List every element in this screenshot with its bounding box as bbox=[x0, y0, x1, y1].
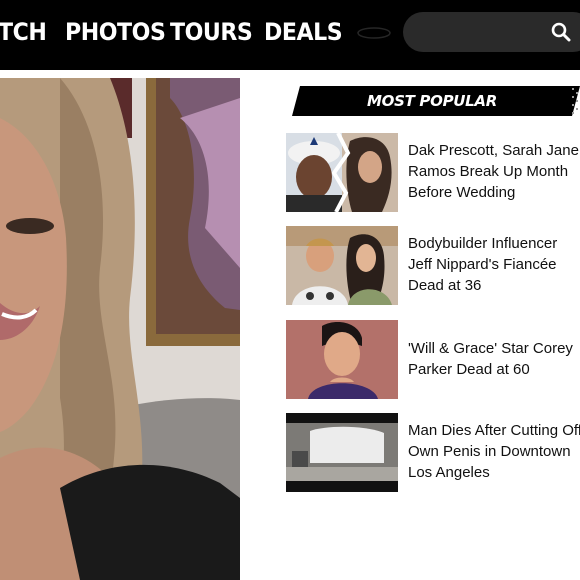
nav-watch[interactable]: TCH bbox=[0, 14, 47, 50]
story-title[interactable]: 'Will & Grace' Star Corey Parker Dead at… bbox=[408, 338, 580, 380]
most-popular-header: MOST POPULAR bbox=[292, 86, 580, 116]
most-popular-title: MOST POPULAR bbox=[367, 92, 497, 110]
faint-logo-icon bbox=[357, 27, 391, 39]
nav-tours[interactable]: TOURS bbox=[170, 14, 253, 50]
story-thumbnail[interactable] bbox=[286, 320, 398, 399]
story-thumbnail[interactable] bbox=[286, 413, 398, 492]
story-thumbnail[interactable] bbox=[286, 226, 398, 305]
thumbnail-image-1 bbox=[286, 133, 398, 212]
story-title[interactable]: Man Dies After Cutting Off Own Penis in … bbox=[408, 420, 580, 483]
nav-photos[interactable]: PHOTOS bbox=[65, 14, 166, 50]
story-title[interactable]: Bodybuilder Influencer Jeff Nippard's Fi… bbox=[408, 233, 580, 296]
search-icon[interactable] bbox=[551, 22, 571, 42]
search-input[interactable] bbox=[417, 12, 541, 54]
nav-deals[interactable]: DEALS bbox=[264, 14, 343, 50]
thumbnail-image-4 bbox=[286, 413, 398, 492]
story-thumbnail[interactable] bbox=[286, 133, 398, 212]
search-box[interactable] bbox=[403, 12, 580, 54]
hero-photo[interactable] bbox=[0, 78, 240, 580]
thumbnail-image-3 bbox=[286, 320, 398, 399]
thumbnail-image-2 bbox=[286, 226, 398, 305]
story-title[interactable]: Dak Prescott, Sarah Jane Ramos Break Up … bbox=[408, 140, 580, 203]
hero-photo-image bbox=[0, 78, 240, 580]
top-nav-bar: TCH PHOTOS TOURS DEALS bbox=[0, 0, 580, 70]
